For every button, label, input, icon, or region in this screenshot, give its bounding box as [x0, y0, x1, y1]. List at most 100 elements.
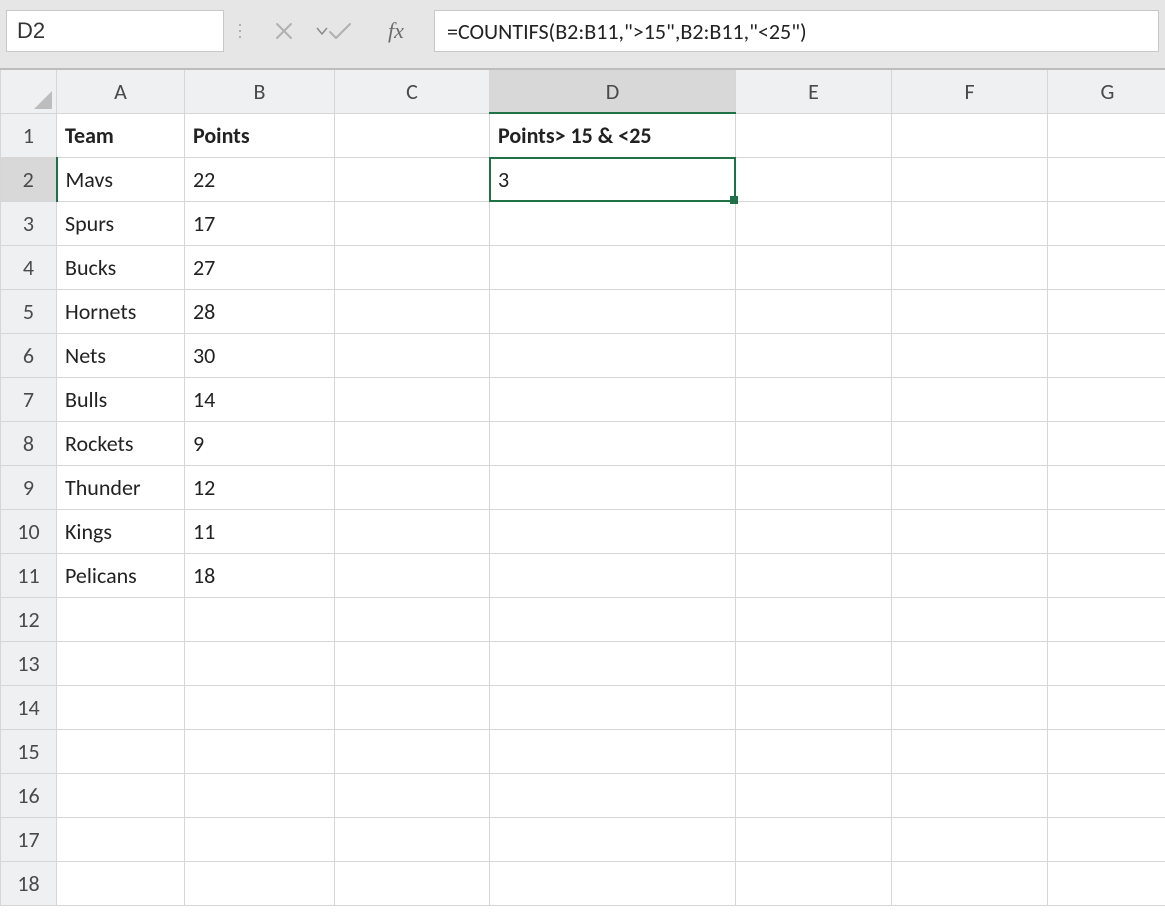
- cell-C7[interactable]: [335, 377, 490, 421]
- cell-C17[interactable]: [335, 817, 490, 861]
- cell-D15[interactable]: [490, 729, 736, 773]
- cell-G3[interactable]: [1048, 201, 1165, 245]
- cell-C4[interactable]: [335, 245, 490, 289]
- cell-E6[interactable]: [736, 333, 892, 377]
- cell-F15[interactable]: [892, 729, 1048, 773]
- cell-E12[interactable]: [736, 597, 892, 641]
- cell-F10[interactable]: [892, 509, 1048, 553]
- cell-B13[interactable]: [185, 641, 335, 685]
- cell-A5[interactable]: Hornets: [57, 289, 185, 333]
- cell-A4[interactable]: Bucks: [57, 245, 185, 289]
- row-header-14[interactable]: 14: [1, 685, 57, 729]
- cell-E16[interactable]: [736, 773, 892, 817]
- cell-F1[interactable]: [892, 113, 1048, 157]
- cell-B2[interactable]: 22: [185, 157, 335, 201]
- cell-G4[interactable]: [1048, 245, 1165, 289]
- cell-B11[interactable]: 18: [185, 553, 335, 597]
- cell-G6[interactable]: [1048, 333, 1165, 377]
- cell-D9[interactable]: [490, 465, 736, 509]
- cell-C5[interactable]: [335, 289, 490, 333]
- cell-A11[interactable]: Pelicans: [57, 553, 185, 597]
- cell-B6[interactable]: 30: [185, 333, 335, 377]
- row-header-2[interactable]: 2: [1, 157, 57, 201]
- cell-D13[interactable]: [490, 641, 736, 685]
- name-box[interactable]: [6, 10, 224, 52]
- cell-G16[interactable]: [1048, 773, 1165, 817]
- cell-F17[interactable]: [892, 817, 1048, 861]
- cell-B14[interactable]: [185, 685, 335, 729]
- cell-G11[interactable]: [1048, 553, 1165, 597]
- cell-E1[interactable]: [736, 113, 892, 157]
- select-all-corner[interactable]: [1, 69, 57, 113]
- row-header-5[interactable]: 5: [1, 289, 57, 333]
- cell-B1[interactable]: Points: [185, 113, 335, 157]
- cell-C10[interactable]: [335, 509, 490, 553]
- cell-E7[interactable]: [736, 377, 892, 421]
- cell-B18[interactable]: [185, 861, 335, 905]
- cell-C18[interactable]: [335, 861, 490, 905]
- cell-F6[interactable]: [892, 333, 1048, 377]
- cell-A9[interactable]: Thunder: [57, 465, 185, 509]
- cell-D8[interactable]: [490, 421, 736, 465]
- sheet-grid[interactable]: A B C D E F G 1TeamPointsPoints> 15 & <2…: [0, 68, 1165, 917]
- cell-F2[interactable]: [892, 157, 1048, 201]
- cell-G9[interactable]: [1048, 465, 1165, 509]
- cell-F14[interactable]: [892, 685, 1048, 729]
- cell-A10[interactable]: Kings: [57, 509, 185, 553]
- cell-A17[interactable]: [57, 817, 185, 861]
- cell-G5[interactable]: [1048, 289, 1165, 333]
- cell-E17[interactable]: [736, 817, 892, 861]
- formula-input[interactable]: =COUNTIFS(B2:B11,">15",B2:B11,"<25"): [434, 10, 1159, 52]
- cell-A16[interactable]: [57, 773, 185, 817]
- cell-B4[interactable]: 27: [185, 245, 335, 289]
- cell-A7[interactable]: Bulls: [57, 377, 185, 421]
- cell-C6[interactable]: [335, 333, 490, 377]
- cell-C12[interactable]: [335, 597, 490, 641]
- cell-A13[interactable]: [57, 641, 185, 685]
- cell-C14[interactable]: [335, 685, 490, 729]
- cell-B15[interactable]: [185, 729, 335, 773]
- cell-G8[interactable]: [1048, 421, 1165, 465]
- cell-A12[interactable]: [57, 597, 185, 641]
- cell-G2[interactable]: [1048, 157, 1165, 201]
- insert-function-button[interactable]: fx: [368, 10, 424, 52]
- cell-B5[interactable]: 28: [185, 289, 335, 333]
- col-header-E[interactable]: E: [736, 69, 892, 113]
- cell-E8[interactable]: [736, 421, 892, 465]
- col-header-B[interactable]: B: [185, 69, 335, 113]
- cell-C2[interactable]: [335, 157, 490, 201]
- name-box-input[interactable]: [7, 11, 315, 51]
- cell-E14[interactable]: [736, 685, 892, 729]
- cell-F12[interactable]: [892, 597, 1048, 641]
- cell-A14[interactable]: [57, 685, 185, 729]
- cell-C3[interactable]: [335, 201, 490, 245]
- cell-F18[interactable]: [892, 861, 1048, 905]
- cell-G7[interactable]: [1048, 377, 1165, 421]
- cell-C15[interactable]: [335, 729, 490, 773]
- cell-B3[interactable]: 17: [185, 201, 335, 245]
- row-header-7[interactable]: 7: [1, 377, 57, 421]
- col-header-A[interactable]: A: [57, 69, 185, 113]
- cell-D10[interactable]: [490, 509, 736, 553]
- row-header-4[interactable]: 4: [1, 245, 57, 289]
- cell-C8[interactable]: [335, 421, 490, 465]
- cell-G12[interactable]: [1048, 597, 1165, 641]
- row-header-15[interactable]: 15: [1, 729, 57, 773]
- cell-F4[interactable]: [892, 245, 1048, 289]
- cell-A8[interactable]: Rockets: [57, 421, 185, 465]
- row-header-10[interactable]: 10: [1, 509, 57, 553]
- cell-A15[interactable]: [57, 729, 185, 773]
- cell-D1[interactable]: Points> 15 & <25: [490, 113, 736, 157]
- cell-A2[interactable]: Mavs: [57, 157, 185, 201]
- cell-B16[interactable]: [185, 773, 335, 817]
- row-header-9[interactable]: 9: [1, 465, 57, 509]
- row-header-3[interactable]: 3: [1, 201, 57, 245]
- row-header-13[interactable]: 13: [1, 641, 57, 685]
- cell-D5[interactable]: [490, 289, 736, 333]
- cell-E11[interactable]: [736, 553, 892, 597]
- col-header-C[interactable]: C: [335, 69, 490, 113]
- cell-G18[interactable]: [1048, 861, 1165, 905]
- row-header-18[interactable]: 18: [1, 861, 57, 905]
- cell-F7[interactable]: [892, 377, 1048, 421]
- cell-A3[interactable]: Spurs: [57, 201, 185, 245]
